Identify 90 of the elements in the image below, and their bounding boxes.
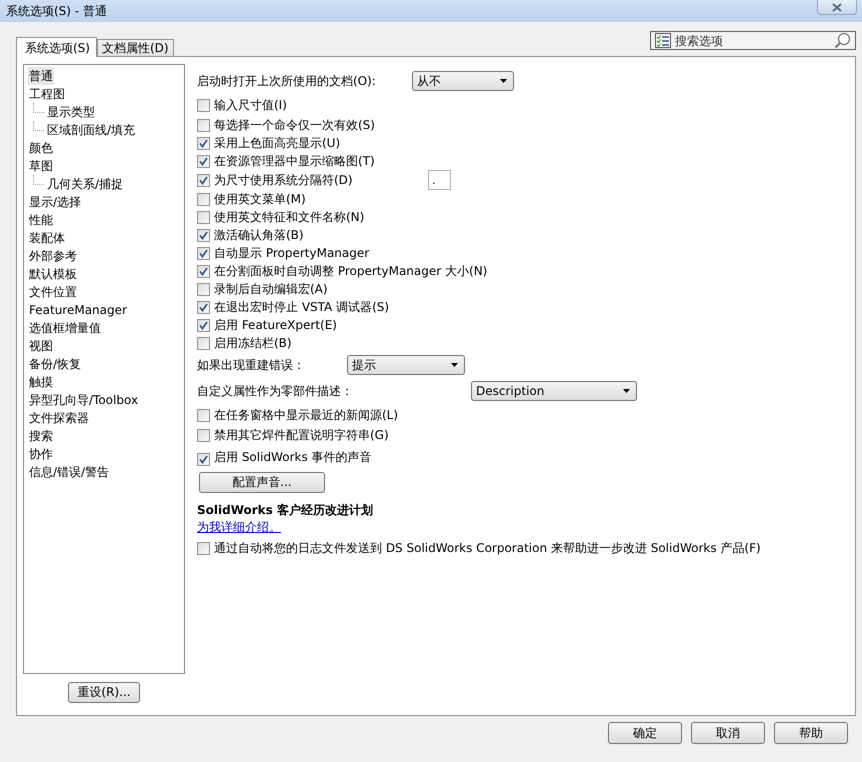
checkbox-label[interactable]: 启用 FeatureXpert(E) bbox=[214, 316, 337, 334]
checkbox-label[interactable]: 在资源管理器中显示缩略图(T) bbox=[214, 152, 375, 170]
tree-item[interactable]: 视图 bbox=[28, 337, 54, 355]
tree-item[interactable]: 备份/恢复 bbox=[28, 355, 82, 373]
tree-item[interactable]: 颜色 bbox=[28, 139, 54, 157]
search-icon[interactable] bbox=[834, 32, 851, 49]
tab[interactable]: 系统选项(S) bbox=[16, 37, 97, 57]
search-field[interactable]: 搜索选项 bbox=[650, 31, 856, 50]
caret-icon bbox=[623, 389, 630, 393]
checkbox-label[interactable]: 激活确认角落(B) bbox=[214, 226, 304, 244]
help-button[interactable]: 帮助 bbox=[774, 722, 848, 744]
tree-item[interactable]: 协作 bbox=[28, 445, 54, 463]
checkbox-label[interactable]: 使用英文特征和文件名称(N) bbox=[214, 208, 364, 226]
checkbox[interactable] bbox=[197, 264, 210, 278]
checkbox-label[interactable]: 在分割面板时自动调整 PropertyManager 大小(N) bbox=[214, 262, 488, 280]
dropdown-value: 从不 bbox=[417, 72, 441, 90]
check-icon bbox=[199, 455, 208, 464]
checkbox[interactable] bbox=[197, 136, 210, 150]
checkbox[interactable] bbox=[197, 118, 210, 132]
tree-item[interactable]: 触摸 bbox=[28, 373, 54, 391]
option-label: 启动时打开上次所使用的文档(O): bbox=[197, 72, 377, 90]
checkbox[interactable] bbox=[197, 408, 210, 422]
search-input[interactable]: 搜索选项 bbox=[675, 34, 830, 48]
checkbox-label[interactable]: 启用 SolidWorks 事件的声音 bbox=[214, 449, 372, 466]
tree-item[interactable]: 几何关系/捕捉 bbox=[46, 175, 124, 193]
checkbox-label[interactable]: 自动显示 PropertyManager bbox=[214, 244, 370, 262]
dropdown[interactable]: Description bbox=[471, 381, 637, 401]
close-button[interactable] bbox=[817, 0, 857, 15]
tree-item[interactable]: 工程图 bbox=[28, 85, 66, 103]
ok-button[interactable]: 确定 bbox=[608, 722, 682, 744]
list-icon bbox=[655, 33, 671, 48]
tab[interactable]: 文档属性(D) bbox=[96, 39, 174, 56]
dropdown[interactable]: 从不 bbox=[412, 71, 514, 91]
checkbox-label[interactable]: 禁用其它焊件配置说明字符串(G) bbox=[214, 426, 389, 444]
checkbox[interactable] bbox=[197, 192, 210, 206]
tree-item[interactable]: 异型孔向导/Toolbox bbox=[28, 391, 140, 409]
checkbox[interactable] bbox=[197, 246, 210, 260]
checkbox[interactable] bbox=[197, 300, 210, 314]
dropdown-value: 提示 bbox=[352, 356, 376, 374]
tree-item[interactable]: 信息/错误/警告 bbox=[28, 463, 110, 481]
dropdown-value: Description bbox=[476, 384, 544, 398]
checkbox-label[interactable]: 在退出宏时停止 VSTA 调试器(S) bbox=[214, 298, 390, 316]
tree-item[interactable]: 区域剖面线/填充 bbox=[46, 121, 136, 139]
tree-item[interactable]: 显示类型 bbox=[46, 103, 96, 121]
tree-item[interactable]: 显示/选择 bbox=[28, 193, 82, 211]
checkbox-label[interactable]: 使用英文菜单(M) bbox=[214, 190, 306, 208]
tree-item[interactable]: 普通 bbox=[28, 67, 54, 85]
checkbox[interactable] bbox=[197, 174, 210, 186]
option-label: 自定义属性作为零部件描述： bbox=[197, 382, 354, 400]
separator-field[interactable]: . bbox=[428, 170, 451, 190]
checkbox-label[interactable]: 采用上色面高亮显示(U) bbox=[214, 134, 340, 152]
option-label: 如果出现重建错误： bbox=[197, 356, 306, 374]
checkbox-label[interactable]: 录制后自动编辑宏(A) bbox=[214, 280, 328, 298]
checkbox[interactable] bbox=[197, 428, 210, 442]
tree-item[interactable]: 选值框增量值 bbox=[28, 319, 102, 337]
checkbox[interactable] bbox=[197, 318, 210, 332]
tree-item[interactable]: 文件位置 bbox=[28, 283, 78, 301]
section-heading: SolidWorks 客户经历改进计划 bbox=[197, 502, 373, 519]
checkbox[interactable] bbox=[197, 154, 210, 168]
checkbox[interactable] bbox=[197, 210, 210, 224]
checkbox-label[interactable]: 每选择一个命令仅一次有效(S) bbox=[214, 116, 375, 134]
dropdown[interactable]: 提示 bbox=[347, 355, 465, 375]
check-icon bbox=[199, 176, 208, 184]
caret-icon bbox=[451, 363, 458, 367]
tree-item[interactable]: 性能 bbox=[28, 211, 54, 229]
tree-item[interactable]: 搜索 bbox=[28, 427, 54, 445]
tree-item[interactable]: 默认模板 bbox=[28, 265, 78, 283]
checkbox[interactable] bbox=[197, 98, 210, 112]
cancel-button[interactable]: 取消 bbox=[691, 722, 765, 744]
caret-icon bbox=[500, 79, 507, 83]
checkbox[interactable] bbox=[197, 542, 210, 554]
tree-item[interactable]: 装配体 bbox=[28, 229, 66, 247]
tree-item[interactable]: 文件探索器 bbox=[28, 409, 90, 427]
tree-item[interactable]: 草图 bbox=[28, 157, 54, 175]
tree-item[interactable]: FeatureManager bbox=[28, 301, 128, 319]
checkbox-label[interactable]: 输入尺寸值(I) bbox=[214, 96, 287, 114]
reset-button[interactable]: 重设(R)... bbox=[68, 682, 140, 703]
checkbox-label[interactable]: 在任务窗格中显示最近的新闻源(L) bbox=[214, 406, 398, 424]
checkbox[interactable] bbox=[197, 228, 210, 242]
tree-item[interactable]: 外部参考 bbox=[28, 247, 78, 265]
window-title: 系统选项(S) - 普通 bbox=[6, 3, 107, 20]
checkbox-label[interactable]: 为尺寸使用系统分隔符(D) bbox=[214, 172, 428, 188]
close-icon bbox=[832, 2, 842, 12]
checkbox[interactable] bbox=[197, 453, 210, 466]
checkbox[interactable] bbox=[197, 282, 210, 296]
checkbox-label[interactable]: 通过自动将您的日志文件发送到 DS SolidWorks Corporation 来帮助进一步改进 SolidWorks 产品(F) bbox=[214, 540, 761, 556]
learn-more-link[interactable]: 为我详细介绍。 bbox=[197, 518, 281, 536]
checkbox-label[interactable]: 启用冻结栏(B) bbox=[214, 334, 292, 352]
checkbox[interactable] bbox=[197, 336, 210, 350]
configure-sounds-button[interactable]: 配置声音... bbox=[199, 472, 325, 492]
